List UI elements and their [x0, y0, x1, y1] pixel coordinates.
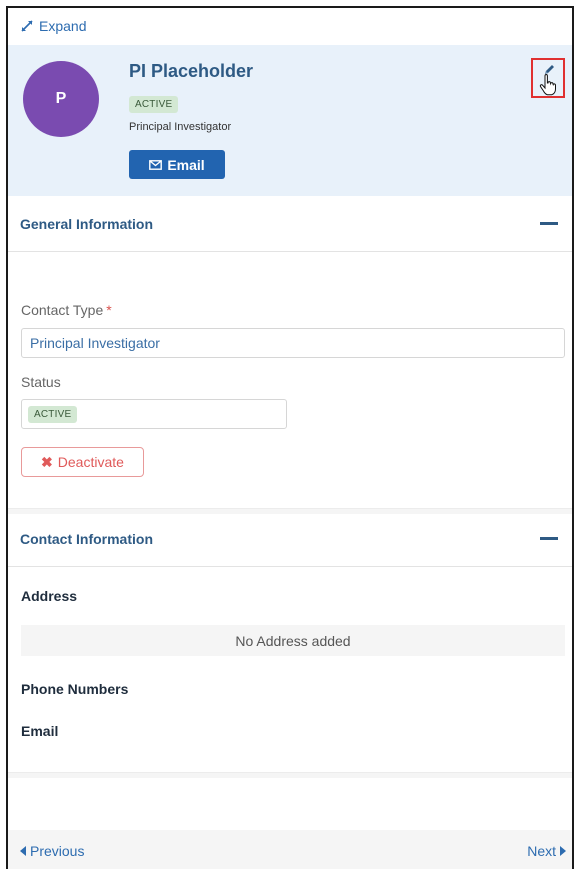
- minus-icon[interactable]: [540, 222, 558, 225]
- contact-information-header[interactable]: Contact Information: [8, 511, 572, 567]
- deactivate-button[interactable]: ✖ Deactivate: [21, 447, 144, 477]
- x-icon: ✖: [41, 453, 53, 470]
- deactivate-label: Deactivate: [57, 454, 124, 470]
- no-address-message: No Address added: [21, 625, 565, 656]
- minus-icon[interactable]: [540, 537, 558, 540]
- section-divider: [8, 772, 572, 778]
- required-marker: *: [106, 302, 112, 318]
- email-button[interactable]: Email: [129, 150, 225, 179]
- general-information-title: General Information: [20, 215, 154, 232]
- hand-pointer-icon: [539, 74, 556, 96]
- previous-label: Previous: [30, 842, 85, 859]
- contact-name: PI Placeholder: [129, 61, 254, 81]
- next-link[interactable]: Next: [527, 843, 566, 859]
- email-heading: Email: [21, 723, 59, 739]
- caret-right-icon: [560, 845, 566, 856]
- contact-type-field[interactable]: Principal Investigator: [21, 328, 565, 358]
- address-heading: Address: [21, 588, 78, 604]
- status-label: Status: [21, 374, 61, 390]
- contact-role: Principal Investigator: [129, 121, 232, 133]
- contact-information-title: Contact Information: [20, 530, 153, 547]
- avatar: P: [23, 61, 99, 137]
- previous-link[interactable]: Previous: [20, 843, 84, 859]
- contact-type-label-text: Contact Type: [21, 302, 104, 318]
- expand-label: Expand: [39, 18, 87, 34]
- expand-arrows-icon: [21, 20, 33, 32]
- status-badge: ACTIVE: [129, 96, 179, 113]
- pagination-footer: Previous Next: [8, 830, 572, 869]
- status-field-badge: ACTIVE: [28, 406, 78, 423]
- caret-left-icon: [20, 845, 26, 856]
- edit-button-highlight[interactable]: [531, 58, 565, 98]
- envelope-icon: [149, 159, 163, 170]
- expand-link[interactable]: Expand: [20, 16, 86, 36]
- email-button-label: Email: [167, 156, 205, 173]
- contact-header-card: P PI Placeholder ACTIVE Principal Invest…: [8, 45, 572, 196]
- contact-detail-panel: Expand P PI Placeholder ACTIVE Principal…: [6, 6, 574, 869]
- phone-numbers-heading: Phone Numbers: [21, 681, 129, 697]
- status-field[interactable]: ACTIVE: [21, 399, 287, 429]
- general-information-header[interactable]: General Information: [8, 196, 572, 252]
- next-label: Next: [527, 842, 556, 859]
- contact-type-label: Contact Type *: [21, 302, 112, 318]
